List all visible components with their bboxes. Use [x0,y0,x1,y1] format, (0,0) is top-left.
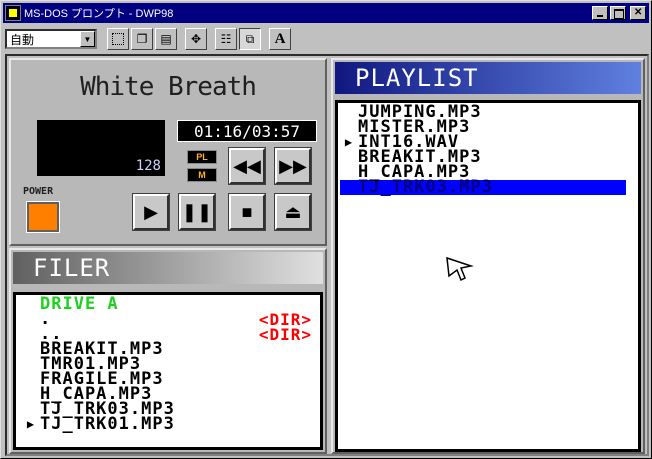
mouse-cursor-icon [446,256,474,282]
rewind-button[interactable]: ◀◀ [228,147,266,185]
app-window: MS-DOS プロンプト - DWP98 自動 ▼ ❐ ▤ ✥ ☷ ⧉ A Wh… [0,0,652,459]
mode-toggle-button[interactable]: M [187,168,217,182]
close-button[interactable] [630,6,646,20]
time-readout: 01:16/03:57 [177,120,317,142]
fullscreen-icon: ✥ [190,32,202,46]
playlist-list[interactable]: JUMPING.MP3 MISTER.MP3 ▶ INT16.WAV BREAKIT.M… [335,100,641,452]
stop-icon: ■ [241,201,253,222]
window-title: MS-DOS プロンプト - DWP98 [24,8,174,20]
play-button[interactable]: ▶ [132,193,170,231]
minimize-button[interactable] [592,6,608,20]
pause-icon: ❚❚ [181,201,213,222]
background-button[interactable]: ⧉ [239,28,261,50]
power-button[interactable] [26,201,60,233]
copy-button[interactable]: ❐ [131,28,153,50]
row-filename: TJ_TRK01.MP3 [40,414,175,434]
bitrate-readout: 128 [135,158,161,174]
fullscreen-button[interactable]: ✥ [185,28,207,50]
row-marker: ▶ [344,135,354,149]
dir-tag: <DIR> [258,325,312,344]
font-size-value: 自動 [10,32,35,47]
fast-forward-icon: ▶▶ [279,155,307,176]
properties-icon: ☷ [220,32,232,46]
mode-toggle-label: M [198,170,206,180]
title-bar[interactable]: MS-DOS プロンプト - DWP98 [3,3,649,23]
power-label: POWER [23,186,54,197]
paste-button[interactable]: ▤ [155,28,177,50]
visualizer-display: 128 [37,120,165,176]
playlist-toggle-label: PL [196,152,208,162]
playlist-title: PLAYLIST [335,62,641,94]
player-panel: White Breath 128 01:16/03:57 PL M ◀◀ ▶▶ … [9,58,327,246]
play-icon: ▶ [144,201,158,222]
pause-button[interactable]: ❚❚ [178,193,216,231]
filer-panel: FILER DRIVE A. <DIR>.. <DIR> BREAKIT.MP3 TMR… [9,248,327,454]
row-filename: H_CAPA.MP3 [358,162,471,182]
playlist-toggle-button[interactable]: PL [187,150,217,164]
rewind-icon: ◀◀ [233,155,261,176]
mark-button[interactable] [107,28,129,50]
mark-icon [112,33,124,45]
fast-forward-button[interactable]: ▶▶ [274,147,312,185]
msdos-icon[interactable] [5,5,21,21]
font-size-select[interactable]: 自動 ▼ [5,29,97,49]
row-filename: TJ_TRK03.MP3 [358,177,493,197]
toolbar: 自動 ▼ ❐ ▤ ✥ ☷ ⧉ A [3,27,649,51]
stop-button[interactable]: ■ [228,193,266,231]
console-area: White Breath 128 01:16/03:57 PL M ◀◀ ▶▶ … [5,54,649,456]
font-button[interactable]: A [269,28,291,50]
playlist-selection-bar[interactable]: TJ_TRK03.MP3 [340,177,626,197]
maximize-button[interactable] [610,6,626,20]
paste-icon: ▤ [160,32,172,46]
file-list[interactable]: DRIVE A. <DIR>.. <DIR> BREAKIT.MP3 TMR01.MP3… [13,292,323,450]
properties-button[interactable]: ☷ [215,28,237,50]
eject-button[interactable]: ⏏ [274,193,312,231]
playlist-panel: PLAYLIST JUMPING.MP3 MISTER.MP3 ▶ INT16.WAV… [331,58,645,454]
song-title: White Breath [80,72,257,102]
background-icon: ⧉ [245,31,255,46]
eject-icon: ⏏ [284,201,302,222]
copy-icon: ❐ [136,32,148,46]
row-filename: DRIVE A [40,294,119,314]
file-row[interactable]: ▶ TJ_TRK01.MP3 [22,414,320,434]
row-marker: ▶ [26,417,36,431]
filer-title: FILER [13,252,323,284]
chevron-down-icon[interactable]: ▼ [80,31,95,47]
playlist-row[interactable]: H_CAPA.MP3 [340,162,638,182]
